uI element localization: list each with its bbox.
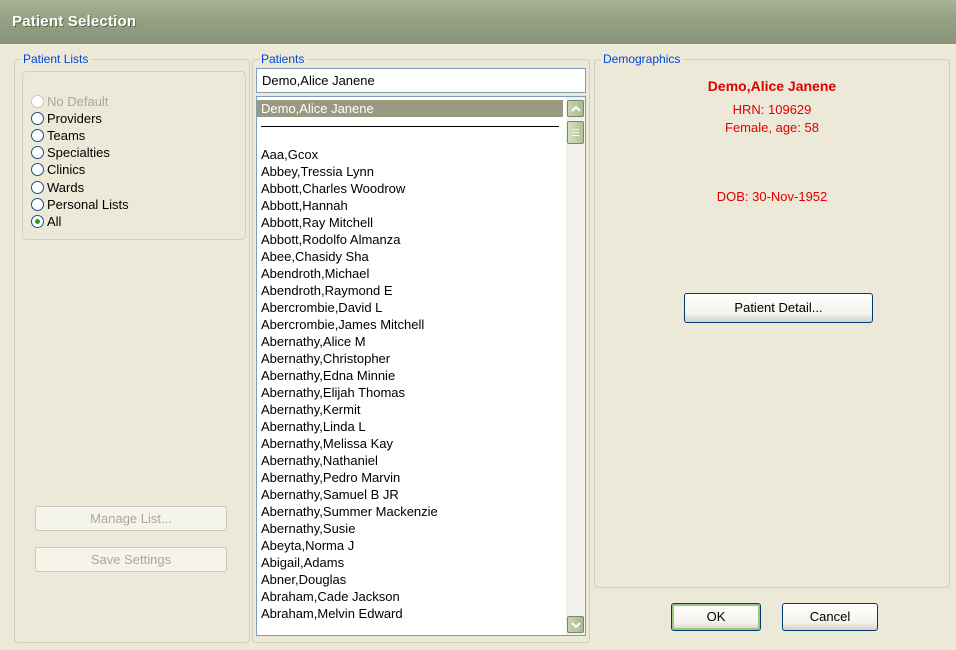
scroll-down-button[interactable]: [567, 616, 584, 633]
ok-button[interactable]: OK: [671, 603, 761, 631]
radio-button[interactable]: [31, 198, 44, 211]
radio-button[interactable]: [31, 146, 44, 159]
patient-list-item[interactable]: Abernathy,Pedro Marvin: [257, 469, 563, 486]
patient-list-item[interactable]: Abercrombie,David L: [257, 299, 563, 316]
demographics-hrn: HRN: 109629: [732, 102, 812, 117]
patient-list-item[interactable]: Abraham,Cade Jackson: [257, 588, 563, 605]
radio-option-teams[interactable]: Teams: [31, 127, 85, 144]
radio-button[interactable]: [31, 163, 44, 176]
patient-list-item[interactable]: Aaa,Gcox: [257, 146, 563, 163]
patient-list-item[interactable]: Abeyta,Norma J: [257, 537, 563, 554]
radio-button: [31, 95, 44, 108]
demographics-sex-age: Female, age: 58: [725, 120, 819, 135]
demographics-patient-name: Demo,Alice Janene: [707, 78, 837, 94]
patient-list-item[interactable]: Abner,Douglas: [257, 571, 563, 588]
radio-label: Teams: [47, 128, 86, 143]
save-settings-button[interactable]: Save Settings: [35, 547, 227, 572]
patient-search-input[interactable]: Demo,Alice Janene: [256, 68, 586, 93]
patient-list-item[interactable]: Abbott,Hannah: [257, 197, 563, 214]
scroll-thumb[interactable]: [567, 121, 584, 144]
patient-list-item[interactable]: Abee,Chasidy Sha: [257, 248, 563, 265]
patient-list-item[interactable]: Abernathy,Christopher: [257, 350, 563, 367]
radio-label: All: [47, 214, 62, 229]
patient-list-item[interactable]: Abbott,Ray Mitchell: [257, 214, 563, 231]
patient-list-item[interactable]: Abernathy,Kermit: [257, 401, 563, 418]
radio-option-providers[interactable]: Providers: [31, 110, 102, 127]
patient-list-item[interactable]: Abernathy,Edna Minnie: [257, 367, 563, 384]
chevron-down-icon: [571, 622, 581, 629]
patient-list-item[interactable]: Abernathy,Summer Mackenzie: [257, 503, 563, 520]
radio-button[interactable]: [31, 112, 44, 125]
patient-detail-button[interactable]: Patient Detail...: [684, 293, 873, 323]
patient-list-item[interactable]: Abendroth,Michael: [257, 265, 563, 282]
radio-option-no-default: No Default: [31, 93, 108, 110]
radio-label: No Default: [47, 94, 109, 109]
patient-list[interactable]: Demo,Alice Janene Aaa,Gcox Abbey,Tressia …: [256, 96, 586, 636]
radio-label: Wards: [47, 180, 85, 195]
radio-option-all[interactable]: All: [31, 213, 61, 230]
radio-button[interactable]: [31, 181, 44, 194]
patient-list-item[interactable]: Abernathy,Linda L: [257, 418, 563, 435]
patient-list-item[interactable]: Abernathy,Susie: [257, 520, 563, 537]
radio-option-personal-lists[interactable]: Personal Lists: [31, 196, 129, 213]
radio-option-wards[interactable]: Wards: [31, 179, 84, 196]
radio-label: Personal Lists: [47, 197, 129, 212]
radio-option-clinics[interactable]: Clinics: [31, 161, 85, 178]
radio-button[interactable]: [31, 129, 44, 142]
patients-legend: Patients: [261, 52, 305, 66]
patient-list-item[interactable]: Abercrombie,James Mitchell: [257, 316, 563, 333]
radio-button[interactable]: [31, 215, 44, 228]
patient-list-item[interactable]: Abbey,Tressia Lynn: [257, 163, 563, 180]
patient-list-item[interactable]: Abraham,Melvin Edward: [257, 605, 563, 622]
window-title: Patient Selection: [12, 13, 137, 30]
cancel-button[interactable]: Cancel: [782, 603, 878, 631]
patient-lists-legend: Patient Lists: [23, 52, 89, 66]
scroll-up-button[interactable]: [567, 100, 584, 117]
selected-patient-item[interactable]: Demo,Alice Janene: [257, 100, 563, 117]
patient-list-item[interactable]: Abernathy,Alice M: [257, 333, 563, 350]
chevron-up-icon: [571, 105, 581, 112]
patient-list-item[interactable]: Abernathy,Elijah Thomas: [257, 384, 563, 401]
radio-label: Specialties: [47, 145, 110, 160]
radio-label: Providers: [47, 111, 102, 126]
radio-option-specialties[interactable]: Specialties: [31, 144, 110, 161]
patient-list-item[interactable]: Abernathy,Samuel B JR: [257, 486, 563, 503]
patient-list-item[interactable]: Abernathy,Melissa Kay: [257, 435, 563, 452]
radio-label: Clinics: [47, 162, 86, 177]
patient-list-scrollbar[interactable]: [566, 97, 585, 635]
patient-list-item[interactable]: Abendroth,Raymond E: [257, 282, 563, 299]
demographics-dob: DOB: 30-Nov-1952: [716, 189, 828, 204]
patient-list-item[interactable]: Abernathy,Nathaniel: [257, 452, 563, 469]
patient-list-item[interactable]: Abbott,Charles Woodrow: [257, 180, 563, 197]
patient-list-item[interactable]: Abbott,Rodolfo Almanza: [257, 231, 563, 248]
manage-list-button[interactable]: Manage List...: [35, 506, 227, 531]
patient-list-item[interactable]: Abigail,Adams: [257, 554, 563, 571]
title-bar[interactable]: Patient Selection: [0, 0, 956, 44]
